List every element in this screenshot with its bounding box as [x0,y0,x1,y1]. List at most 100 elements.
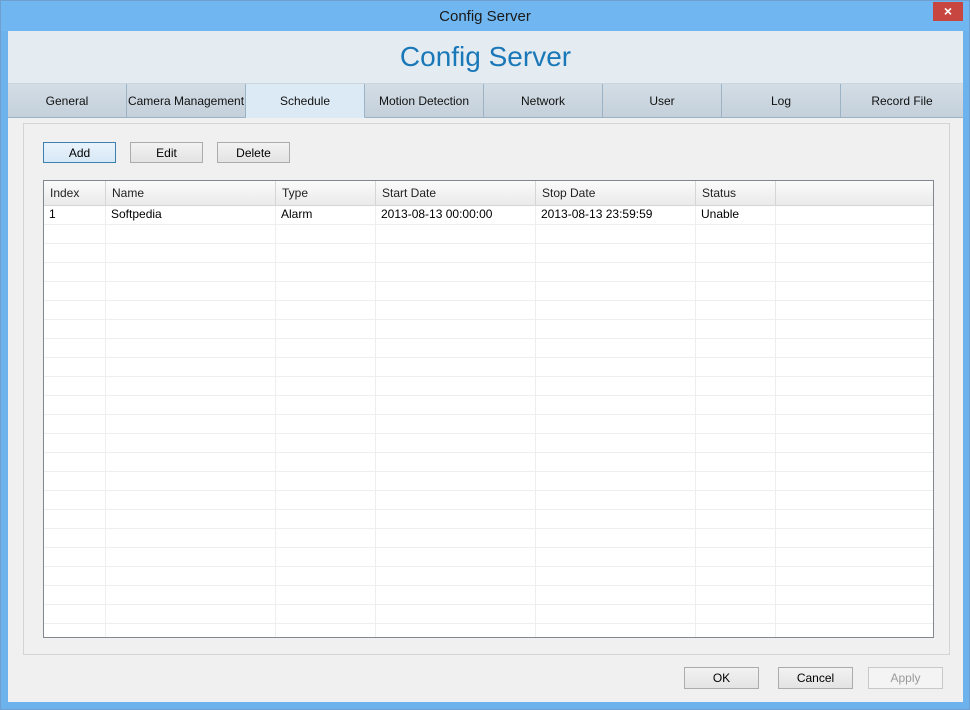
list-header: Index Name Type Start Date Stop Date Sta… [44,181,933,206]
empty-row [44,624,933,637]
empty-cell [536,263,696,281]
empty-row [44,244,933,263]
empty-cell [276,358,376,376]
empty-row [44,396,933,415]
empty-cell [376,301,536,319]
empty-cell [536,244,696,262]
empty-cell [106,282,276,300]
cell-status: Unable [696,206,776,224]
empty-row [44,472,933,491]
empty-cell [776,339,933,357]
empty-cell [536,396,696,414]
empty-cell [696,339,776,357]
empty-cell [376,396,536,414]
empty-cell [776,282,933,300]
empty-cell [696,529,776,547]
empty-cell [106,605,276,623]
empty-cell [44,339,106,357]
column-header-status[interactable]: Status [696,181,776,205]
empty-cell [44,301,106,319]
column-header-stop-date[interactable]: Stop Date [536,181,696,205]
cell-index: 1 [44,206,106,224]
empty-cell [376,263,536,281]
empty-row [44,320,933,339]
empty-cell [106,434,276,452]
empty-row [44,605,933,624]
empty-cell [536,282,696,300]
ok-button[interactable]: OK [684,667,759,689]
tab-motion-detection[interactable]: Motion Detection [365,84,484,118]
empty-cell [44,453,106,471]
empty-cell [276,301,376,319]
empty-cell [536,491,696,509]
empty-cell [276,548,376,566]
empty-row [44,453,933,472]
empty-row [44,339,933,358]
empty-cell [696,453,776,471]
add-button[interactable]: Add [43,142,116,163]
empty-cell [106,358,276,376]
empty-cell [776,396,933,414]
tab-schedule[interactable]: Schedule [246,84,365,118]
empty-row [44,434,933,453]
empty-cell [276,396,376,414]
empty-cell [536,624,696,637]
empty-cell [696,624,776,637]
empty-cell [44,263,106,281]
empty-cell [776,415,933,433]
column-header-start-date[interactable]: Start Date [376,181,536,205]
tab-network[interactable]: Network [484,84,603,118]
close-button[interactable]: × [933,2,963,21]
schedule-list[interactable]: Index Name Type Start Date Stop Date Sta… [43,180,934,638]
empty-cell [376,586,536,604]
empty-cell [106,567,276,585]
empty-cell [536,605,696,623]
empty-cell [276,282,376,300]
empty-cell [776,320,933,338]
empty-cell [696,605,776,623]
empty-cell [376,605,536,623]
column-header-type[interactable]: Type [276,181,376,205]
edit-button[interactable]: Edit [130,142,203,163]
empty-row [44,548,933,567]
empty-cell [106,510,276,528]
empty-cell [776,377,933,395]
empty-cell [376,282,536,300]
tab-camera-management[interactable]: Camera Management [127,84,246,118]
close-icon: × [943,3,953,19]
empty-cell [106,548,276,566]
empty-cell [696,358,776,376]
empty-cell [276,605,376,623]
tab-record-file[interactable]: Record File [841,84,963,118]
column-header-index[interactable]: Index [44,181,106,205]
empty-cell [696,396,776,414]
tab-user[interactable]: User [603,84,722,118]
empty-row [44,263,933,282]
empty-cell [376,358,536,376]
config-server-window: Config Server × Config Server General Ca… [0,0,970,710]
apply-button[interactable]: Apply [868,667,943,689]
delete-button[interactable]: Delete [217,142,290,163]
empty-cell [44,605,106,623]
empty-cell [776,586,933,604]
table-row[interactable]: 1 Softpedia Alarm 2013-08-13 00:00:00 20… [44,206,933,225]
empty-cell [536,320,696,338]
empty-cell [696,586,776,604]
empty-cell [276,624,376,637]
empty-cell [696,548,776,566]
cancel-button[interactable]: Cancel [778,667,853,689]
column-header-name[interactable]: Name [106,181,276,205]
empty-cell [536,529,696,547]
tab-general[interactable]: General [8,84,127,118]
empty-cell [44,624,106,637]
empty-cell [106,301,276,319]
empty-cell [776,301,933,319]
page-title: Config Server [399,41,572,72]
tab-log[interactable]: Log [722,84,841,118]
empty-row [44,510,933,529]
title-bar[interactable]: Config Server × [1,1,969,31]
empty-cell [776,529,933,547]
empty-cell [276,491,376,509]
empty-cell [776,358,933,376]
empty-cell [696,282,776,300]
